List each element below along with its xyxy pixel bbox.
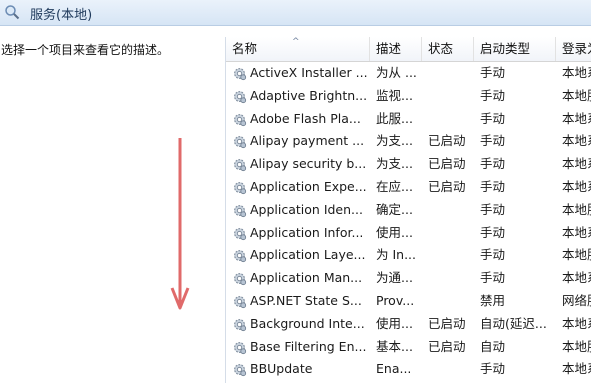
- table-row[interactable]: ASP.NET State S... Prov... 禁用 网络服: [226, 290, 591, 313]
- services-list: ^ 名称 描述 状态 启动类型 登录为 ActiveX Installer ..…: [225, 37, 591, 383]
- service-startup-type: 手动: [480, 361, 506, 377]
- service-status: 已启动: [428, 156, 466, 172]
- table-row[interactable]: Application Infor... 使用... 手动 本地系: [226, 222, 591, 245]
- column-header-name[interactable]: ^ 名称: [226, 37, 370, 61]
- table-row[interactable]: Alipay security b... 为支... 已启动手动 本地系: [226, 153, 591, 176]
- service-startup-type: 手动: [480, 156, 506, 172]
- service-name: Base Filtering En...: [250, 338, 367, 354]
- column-header-row: ^ 名称 描述 状态 启动类型 登录为: [226, 37, 591, 62]
- service-description: Ena...: [376, 361, 412, 377]
- service-startup-type: 自动(延迟...: [480, 315, 547, 331]
- service-description: 为支...: [376, 156, 413, 172]
- sort-ascending-icon: ^: [292, 37, 300, 47]
- service-startup-type: 自动: [480, 338, 506, 354]
- service-logon-as: 本地系: [562, 110, 591, 126]
- column-header-description[interactable]: 描述: [370, 37, 422, 61]
- column-header-status[interactable]: 状态: [422, 37, 474, 61]
- service-description: 此服...: [376, 110, 413, 126]
- service-startup-type: 手动: [480, 133, 506, 149]
- table-row[interactable]: Base Filtering En... 基本... 已启动自动 本地服: [226, 336, 591, 359]
- description-prompt: 选择一个项目来查看它的描述。: [1, 43, 170, 57]
- service-description: 为支...: [376, 133, 413, 149]
- service-logon-as: 本地服: [562, 247, 591, 263]
- service-status: 已启动: [428, 178, 466, 194]
- service-name: Application Iden...: [250, 201, 363, 217]
- title-bar: 服务(本地): [0, 0, 591, 26]
- service-description: 为通...: [376, 270, 413, 286]
- service-description: 监视...: [376, 87, 413, 103]
- service-logon-as: 本地系: [562, 65, 591, 80]
- column-header-logon-as[interactable]: 登录为: [556, 37, 591, 61]
- table-row[interactable]: Application Expe... 在应... 已启动手动 本地系: [226, 176, 591, 199]
- service-name: Alipay payment ...: [250, 133, 365, 149]
- services-window: 服务(本地) 选择一个项目来查看它的描述。 ^ 名称 描述 状态 启动类型 登录…: [0, 0, 591, 383]
- table-row[interactable]: BBUpdate Ena... 手动 本地系: [226, 358, 591, 381]
- service-name: Adaptive Brightn...: [250, 87, 368, 103]
- service-startup-type: 手动: [480, 224, 506, 240]
- service-logon-as: 本地服: [562, 201, 591, 217]
- services-magnifier-icon: [5, 5, 20, 20]
- table-row[interactable]: Adobe Flash Pla... 此服... 手动 本地系: [226, 108, 591, 131]
- service-status: 已启动: [428, 338, 466, 354]
- service-description: 基本...: [376, 338, 413, 354]
- service-rows: ActiveX Installer ...为从 ...手动本地系Adaptive…: [226, 62, 591, 381]
- service-logon-as: 本地服: [562, 338, 591, 354]
- description-pane: 选择一个项目来查看它的描述。: [0, 26, 224, 383]
- service-status: 已启动: [428, 133, 466, 149]
- service-logon-as: 网络服: [562, 292, 591, 308]
- service-logon-as: 本地系: [562, 224, 591, 240]
- service-description: 使用...: [376, 315, 413, 331]
- window-title: 服务(本地): [30, 8, 93, 23]
- service-status: 已启动: [428, 315, 466, 331]
- service-logon-as: 本地系: [562, 178, 591, 194]
- service-logon-as: 本地系: [562, 361, 591, 377]
- service-startup-type: 禁用: [480, 292, 506, 308]
- service-description: 为 In...: [376, 247, 417, 263]
- table-row[interactable]: Application Laye... 为 In... 手动 本地服: [226, 244, 591, 267]
- service-name: Alipay security b...: [250, 156, 367, 172]
- service-description: Prov...: [376, 292, 415, 308]
- service-name: Application Laye...: [250, 247, 366, 263]
- table-row[interactable]: Alipay payment ... 为支... 已启动手动 本地系: [226, 130, 591, 153]
- service-startup-type: 手动: [480, 87, 506, 103]
- table-row[interactable]: ActiveX Installer ... 为从 ... 手动 本地系: [226, 62, 591, 85]
- service-name: ActiveX Installer ...: [250, 65, 368, 80]
- service-description: 确定...: [376, 201, 413, 217]
- service-logon-as: 本地系: [562, 270, 591, 286]
- service-name: Application Man...: [250, 270, 363, 286]
- table-row[interactable]: Adaptive Brightn... 监视... 手动 本地服: [226, 85, 591, 108]
- service-startup-type: 手动: [480, 247, 506, 263]
- service-description: 使用...: [376, 224, 413, 240]
- table-row[interactable]: Background Inte... 使用... 已启动自动(延迟... 本地系: [226, 313, 591, 336]
- service-startup-type: 手动: [480, 270, 506, 286]
- column-header-startup-type[interactable]: 启动类型: [474, 37, 556, 61]
- service-logon-as: 本地系: [562, 315, 591, 331]
- service-name: ASP.NET State S...: [250, 292, 362, 308]
- service-name: BBUpdate: [250, 361, 313, 377]
- service-startup-type: 手动: [480, 178, 506, 194]
- table-row[interactable]: Application Iden... 确定... 手动 本地服: [226, 199, 591, 222]
- service-startup-type: 手动: [480, 110, 506, 126]
- service-name: Adobe Flash Pla...: [250, 110, 361, 126]
- service-name: Application Expe...: [250, 178, 367, 194]
- table-row[interactable]: Application Man... 为通... 手动 本地系: [226, 267, 591, 290]
- service-description: 在应...: [376, 178, 413, 194]
- service-startup-type: 手动: [480, 201, 506, 217]
- service-name: Background Inte...: [250, 315, 365, 331]
- service-startup-type: 手动: [480, 65, 506, 80]
- service-name: Application Infor...: [250, 224, 364, 240]
- service-logon-as: 本地系: [562, 133, 591, 149]
- service-logon-as: 本地系: [562, 156, 591, 172]
- service-logon-as: 本地服: [562, 87, 591, 103]
- service-description: 为从 ...: [376, 65, 417, 80]
- red-down-arrow-annotation: [170, 138, 190, 310]
